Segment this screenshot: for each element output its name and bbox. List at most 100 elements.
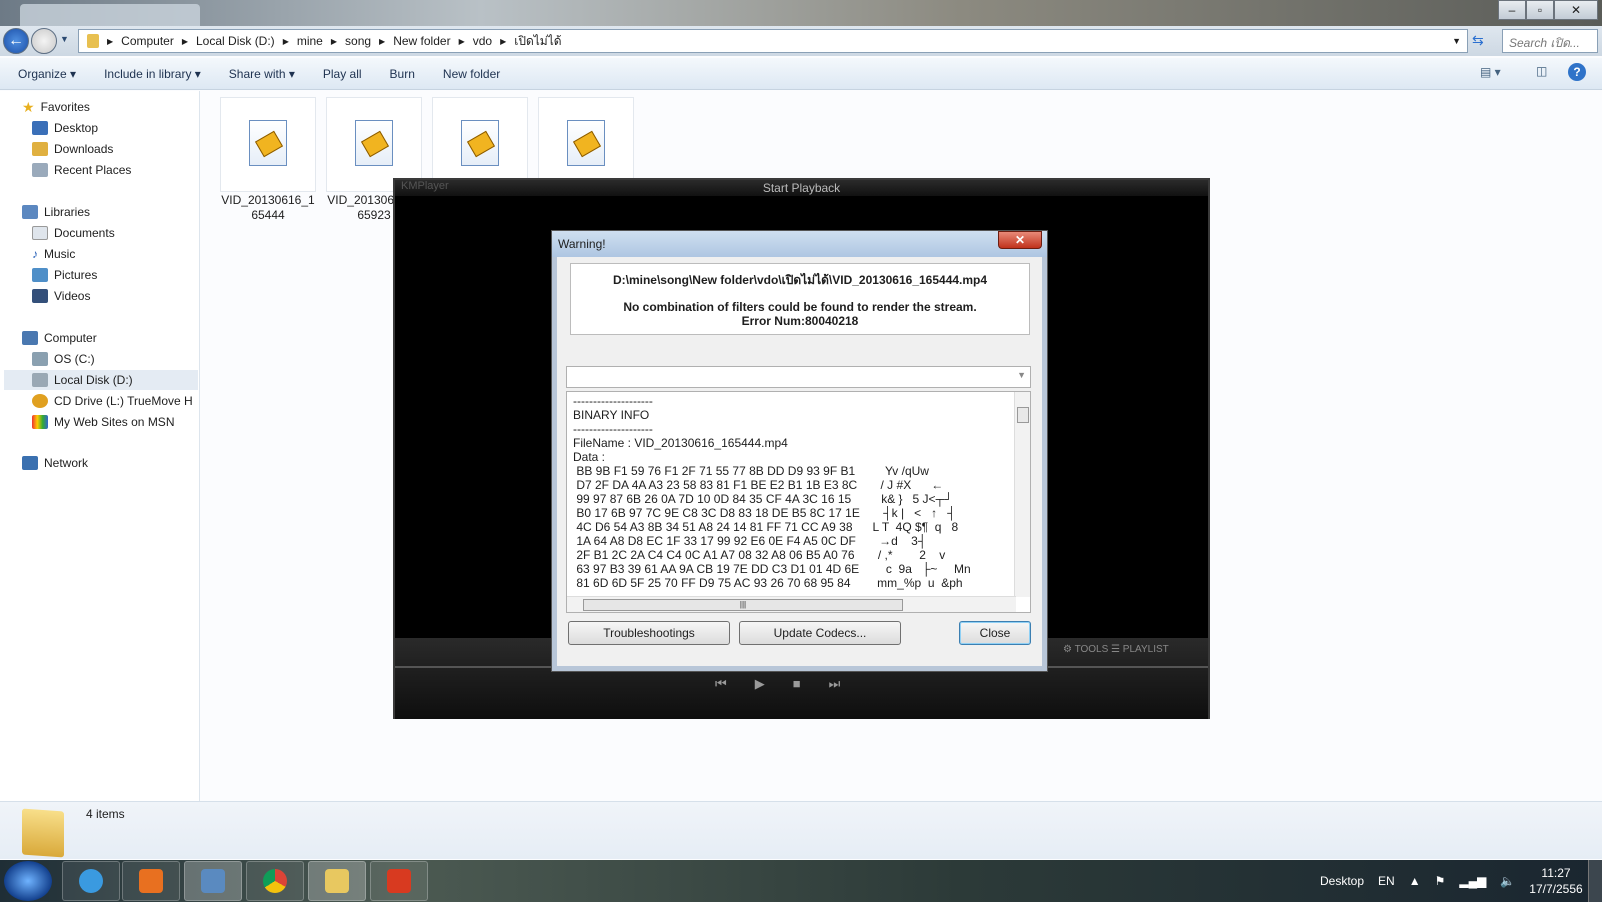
- tools-playlist-buttons[interactable]: ⚙ TOOLS ☰ PLAYLIST: [1063, 644, 1169, 655]
- label: Computer: [44, 331, 97, 345]
- chevron-right-icon: ▶: [107, 36, 114, 46]
- play-all-button[interactable]: Play all: [309, 67, 376, 81]
- warning-dialog: Warning! ✕ D:\mine\song\New folder\vdo\เ…: [551, 230, 1048, 672]
- window-title-bar: – ▫ ✕: [0, 0, 1602, 28]
- command-toolbar: Organize ▾ Include in library ▾ Share wi…: [0, 58, 1602, 90]
- kmplayer-title: Start Playback: [395, 180, 1208, 196]
- search-input[interactable]: Search เปิด...: [1502, 29, 1598, 53]
- close-button[interactable]: Close: [959, 621, 1031, 645]
- label: Music: [44, 247, 76, 261]
- address-dropdown-icon[interactable]: ▼: [1452, 36, 1461, 46]
- stop-icon[interactable]: ■: [793, 676, 801, 692]
- breadcrumb-current[interactable]: เปิดไม่ได้: [514, 32, 561, 51]
- breadcrumb-new-folder[interactable]: New folder: [393, 34, 450, 48]
- close-window-button[interactable]: ✕: [1554, 0, 1598, 20]
- file-item[interactable]: [220, 97, 316, 192]
- video-file-icon: [461, 120, 499, 166]
- folder-icon: [22, 808, 64, 858]
- breadcrumb-song[interactable]: song: [345, 34, 371, 48]
- sidebar-videos[interactable]: Videos: [32, 286, 208, 306]
- show-desktop-button[interactable]: [1588, 860, 1602, 902]
- sidebar-libraries[interactable]: Libraries: [22, 202, 198, 222]
- label: Desktop: [54, 121, 99, 135]
- help-icon[interactable]: ?: [1568, 63, 1586, 81]
- clock[interactable]: 11:27 17/7/2556: [1529, 865, 1582, 897]
- binary-info-log[interactable]: -------------------- BINARY INFO -------…: [566, 391, 1031, 613]
- play-icon[interactable]: ▶: [755, 676, 765, 692]
- sidebar-desktop[interactable]: Desktop: [32, 118, 208, 138]
- update-codecs-button[interactable]: Update Codecs...: [739, 621, 901, 645]
- dialog-title: Warning!: [552, 231, 1047, 257]
- vertical-scrollbar[interactable]: [1014, 392, 1030, 597]
- maximize-button[interactable]: ▫: [1526, 0, 1554, 20]
- app-icon: [387, 869, 411, 893]
- chevron-down-icon: ▼: [1017, 370, 1026, 380]
- media-player-icon: [139, 869, 163, 893]
- start-button[interactable]: [4, 861, 52, 901]
- taskbar-kmplayer[interactable]: [184, 861, 242, 901]
- horizontal-scrollbar[interactable]: |||: [567, 596, 1016, 612]
- troubleshootings-button[interactable]: Troubleshootings: [568, 621, 730, 645]
- refresh-icon[interactable]: ⇆: [1472, 32, 1484, 49]
- address-bar[interactable]: ▶ Computer ▶ Local Disk (D:) ▶ mine ▶ song ▶…: [78, 29, 1468, 53]
- volume-icon[interactable]: 🔈: [1500, 874, 1515, 888]
- show-hidden-icons[interactable]: ▲: [1409, 874, 1421, 888]
- label: Downloads: [54, 142, 114, 156]
- previous-icon[interactable]: ⏮: [715, 676, 727, 692]
- search-placeholder: Search เปิด...: [1509, 36, 1580, 50]
- breadcrumb-vdo[interactable]: vdo: [473, 34, 492, 48]
- dialog-close-icon[interactable]: ✕: [998, 231, 1042, 249]
- sidebar-downloads[interactable]: Downloads: [32, 139, 208, 159]
- label: Favorites: [40, 100, 90, 114]
- navigation-pane: ★ Favorites Desktop Downloads Recent Plac…: [0, 91, 200, 801]
- include-in-library-button[interactable]: Include in library ▾: [90, 67, 215, 81]
- details-pane: 4 items: [0, 801, 1602, 859]
- change-view-icon[interactable]: ▤ ▾: [1480, 65, 1501, 79]
- action-center-flag-icon[interactable]: ⚑: [1435, 874, 1446, 888]
- sidebar-favorites[interactable]: ★ Favorites: [22, 97, 198, 117]
- taskbar-app[interactable]: [370, 861, 428, 901]
- label: Recent Places: [54, 163, 132, 177]
- share-with-button[interactable]: Share with ▾: [215, 67, 309, 81]
- scroll-thumb[interactable]: [1017, 407, 1029, 423]
- label: Videos: [54, 289, 91, 303]
- sidebar-pictures[interactable]: Pictures: [32, 265, 208, 285]
- sidebar-recent-places[interactable]: Recent Places: [32, 160, 208, 180]
- burn-button[interactable]: Burn: [376, 67, 429, 81]
- sidebar-network[interactable]: Network: [22, 453, 198, 473]
- desktop-toolbar[interactable]: Desktop: [1320, 874, 1364, 888]
- breadcrumb-mine[interactable]: mine: [297, 34, 323, 48]
- minimize-button[interactable]: –: [1498, 0, 1526, 20]
- preview-pane-icon[interactable]: ◫: [1536, 64, 1547, 78]
- forward-button[interactable]: [31, 28, 57, 54]
- sidebar-documents[interactable]: Documents: [32, 223, 208, 243]
- sidebar-os-c[interactable]: OS (C:): [32, 349, 208, 369]
- error-number: Error Num:80040218: [741, 314, 859, 328]
- network-signal-icon[interactable]: ▂▄▆: [1459, 874, 1486, 888]
- sidebar-msn-sites[interactable]: My Web Sites on MSN: [32, 412, 208, 432]
- new-folder-button[interactable]: New folder: [429, 67, 514, 81]
- language-indicator[interactable]: EN: [1378, 874, 1395, 888]
- taskbar-ie[interactable]: [62, 861, 120, 901]
- taskbar-explorer[interactable]: [308, 861, 366, 901]
- sidebar-local-disk-d[interactable]: Local Disk (D:): [4, 370, 198, 390]
- breadcrumb-computer[interactable]: Computer: [121, 34, 174, 48]
- taskbar-chrome[interactable]: [246, 861, 304, 901]
- log-text: -------------------- BINARY INFO -------…: [573, 394, 971, 590]
- sidebar-music[interactable]: ♪ Music: [32, 244, 208, 264]
- chevron-right-icon: ▶: [458, 36, 465, 46]
- back-button[interactable]: ←: [3, 28, 29, 54]
- details-dropdown[interactable]: ▼: [566, 366, 1031, 388]
- scroll-thumb[interactable]: |||: [583, 599, 903, 611]
- sidebar-cd-drive[interactable]: CD Drive (L:) TrueMove H: [32, 391, 208, 411]
- organize-button[interactable]: Organize ▾: [0, 67, 90, 81]
- file-name[interactable]: VID_20130616_165444: [220, 193, 316, 223]
- time: 11:27: [1541, 866, 1571, 880]
- recent-pages-dropdown-icon[interactable]: ▼: [60, 34, 69, 44]
- drive-icon: [32, 373, 48, 387]
- taskbar-media-player[interactable]: [122, 861, 180, 901]
- next-icon[interactable]: ⏭: [829, 676, 841, 692]
- breadcrumb-local-disk[interactable]: Local Disk (D:): [196, 34, 275, 48]
- sidebar-computer[interactable]: Computer: [22, 328, 198, 348]
- internet-explorer-icon: [79, 869, 103, 893]
